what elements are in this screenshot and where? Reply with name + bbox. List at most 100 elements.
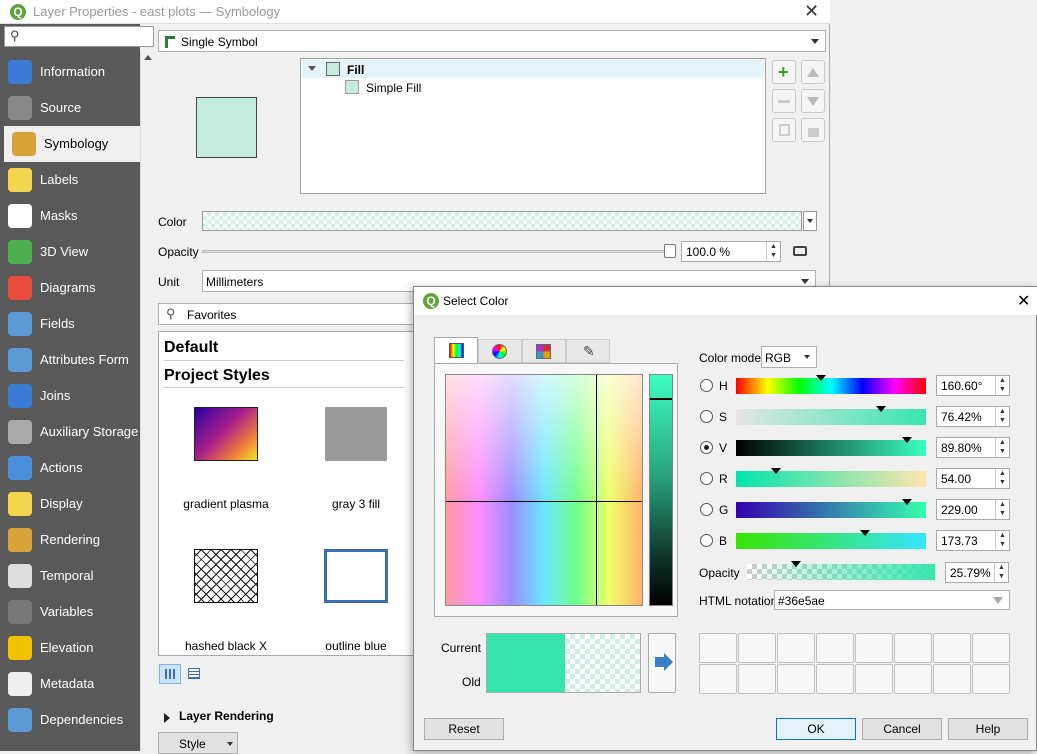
color-swatch-slot[interactable] [699,633,737,663]
channel-spinbox-s[interactable]: 76.42% ▲ ▼ [936,406,1010,427]
list-view-button[interactable] [185,664,207,684]
color-swatch-slot[interactable] [972,633,1010,663]
sidebar-item-attributes-form[interactable]: Attributes Form [0,342,140,378]
cancel-button[interactable]: Cancel [862,718,942,740]
sidebar-item-metadata[interactable]: Metadata [0,666,140,702]
channel-slider-s[interactable] [736,406,926,425]
spin-arrows-icon[interactable]: ▲ ▼ [995,500,1009,519]
reset-button[interactable]: Reset [424,718,504,740]
color-swatch-slot[interactable] [777,633,815,663]
scroll-up-icon[interactable] [144,55,152,60]
sidebar-item-temporal[interactable]: Temporal [0,558,140,594]
channel-spinbox-h[interactable]: 160.60° ▲ ▼ [936,375,1010,396]
color-swatch-slot[interactable] [855,633,893,663]
channel-slider-h[interactable] [736,375,926,394]
sidebar-item-diagrams[interactable]: Diagrams [0,270,140,306]
channel-slider-r[interactable] [736,468,926,487]
channel-radio-s[interactable] [700,410,713,423]
slider-marker[interactable] [901,499,912,505]
expand-icon[interactable] [308,66,316,71]
spin-arrows-icon[interactable]: ▲ ▼ [995,531,1009,550]
color-swatch-slot[interactable] [738,664,776,694]
tab-color-wheel[interactable] [478,339,522,363]
style-search-input[interactable]: ⚲ Favorites [158,303,418,325]
tree-row-simple-fill[interactable]: Simple Fill [302,79,764,97]
sidebar-item-masks[interactable]: Masks [0,198,140,234]
tab-color-picker[interactable]: ✎ [566,339,610,363]
channel-radio-b[interactable] [700,534,713,547]
sidebar-scrollbar[interactable] [140,50,154,751]
spin-arrows-icon[interactable]: ▲ ▼ [995,469,1009,488]
help-button[interactable]: Help [948,718,1028,740]
duplicate-layer-button[interactable] [772,118,796,142]
sidebar-item-source[interactable]: Source [0,90,140,126]
opacity-slider[interactable] [747,561,935,580]
color-swatch-slot[interactable] [699,664,737,694]
channel-slider-v[interactable] [736,437,926,456]
opacity-slider[interactable] [202,250,672,253]
color-swatch-slot[interactable] [816,664,854,694]
style-thumb-outline-blue[interactable] [324,549,388,603]
spin-arrows-icon[interactable]: ▲ ▼ [766,242,780,261]
icon-view-button[interactable] [159,664,181,684]
color-swatch-slot[interactable] [855,664,893,694]
color-swatch-slot[interactable] [738,633,776,663]
data-defined-override-icon[interactable] [791,243,811,259]
sidebar-item-labels[interactable]: Labels [0,162,140,198]
color-swatch-slot[interactable] [933,664,971,694]
slider-marker[interactable] [815,375,826,381]
slider-marker[interactable] [901,437,912,443]
apply-color-button[interactable] [648,633,676,693]
channel-spinbox-r[interactable]: 54.00 ▲ ▼ [936,468,1010,489]
html-notation-input[interactable]: #36e5ae [774,590,1010,610]
channel-radio-g[interactable] [700,503,713,516]
expand-arrow-icon[interactable] [164,713,170,723]
color-model-select[interactable]: RGB [761,346,817,368]
sidebar-item-elevation[interactable]: Elevation [0,630,140,666]
ok-button[interactable]: OK [776,718,856,740]
move-up-button[interactable] [801,60,825,84]
channel-radio-h[interactable] [700,379,713,392]
color-swatch-slot[interactable] [972,664,1010,694]
sidebar-item-display[interactable]: Display [0,486,140,522]
spin-arrows-icon[interactable]: ▲ ▼ [995,376,1009,395]
move-down-button[interactable] [801,89,825,113]
opacity-spinbox[interactable]: 25.79% ▲ ▼ [945,562,1009,583]
color-swatch-slot[interactable] [816,633,854,663]
color-swatch-slot[interactable] [777,664,815,694]
channel-slider-b[interactable] [736,530,926,549]
channel-spinbox-g[interactable]: 229.00 ▲ ▼ [936,499,1010,520]
remove-layer-button[interactable] [772,89,796,113]
opacity-slider-handle[interactable] [664,244,676,258]
tab-color-ramp[interactable] [434,337,478,363]
spin-arrows-icon[interactable]: ▲ ▼ [995,438,1009,457]
sidebar-item-fields[interactable]: Fields [0,306,140,342]
tab-color-swatches[interactable] [522,339,566,363]
lock-layer-button[interactable] [801,118,825,142]
opacity-slider-marker[interactable] [790,561,801,567]
channel-spinbox-v[interactable]: 89.80% ▲ ▼ [936,437,1010,458]
style-thumb-hashed-black-x[interactable] [194,549,258,603]
color-button[interactable] [202,211,802,231]
renderer-select[interactable]: Single Symbol [158,30,826,52]
style-thumb-gray-3-fill[interactable] [325,407,387,461]
color-swatch-slot[interactable] [933,633,971,663]
close-icon[interactable]: ✕ [804,1,819,22]
slider-marker[interactable] [876,406,887,412]
sidebar-item-rendering[interactable]: Rendering [0,522,140,558]
sidebar-item-actions[interactable]: Actions [0,450,140,486]
sidebar-item-information[interactable]: Information [0,54,140,90]
layer-rendering-label[interactable]: Layer Rendering [179,709,274,723]
tree-row-fill[interactable]: Fill [302,60,764,78]
spin-arrows-icon[interactable]: ▲ ▼ [995,407,1009,426]
sidebar-item-joins[interactable]: Joins [0,378,140,414]
sidebar-search-input[interactable]: ⚲ [4,26,154,47]
slider-marker[interactable] [860,530,871,536]
style-thumb-gradient-plasma[interactable] [194,407,258,461]
channel-spinbox-b[interactable]: 173.73 ▲ ▼ [936,530,1010,551]
slider-marker[interactable] [771,468,782,474]
color-value-slider[interactable] [649,374,673,606]
sidebar-item-dependencies[interactable]: Dependencies [0,702,140,738]
old-color-swatch[interactable] [565,634,640,692]
color-area-2d[interactable] [445,374,643,606]
